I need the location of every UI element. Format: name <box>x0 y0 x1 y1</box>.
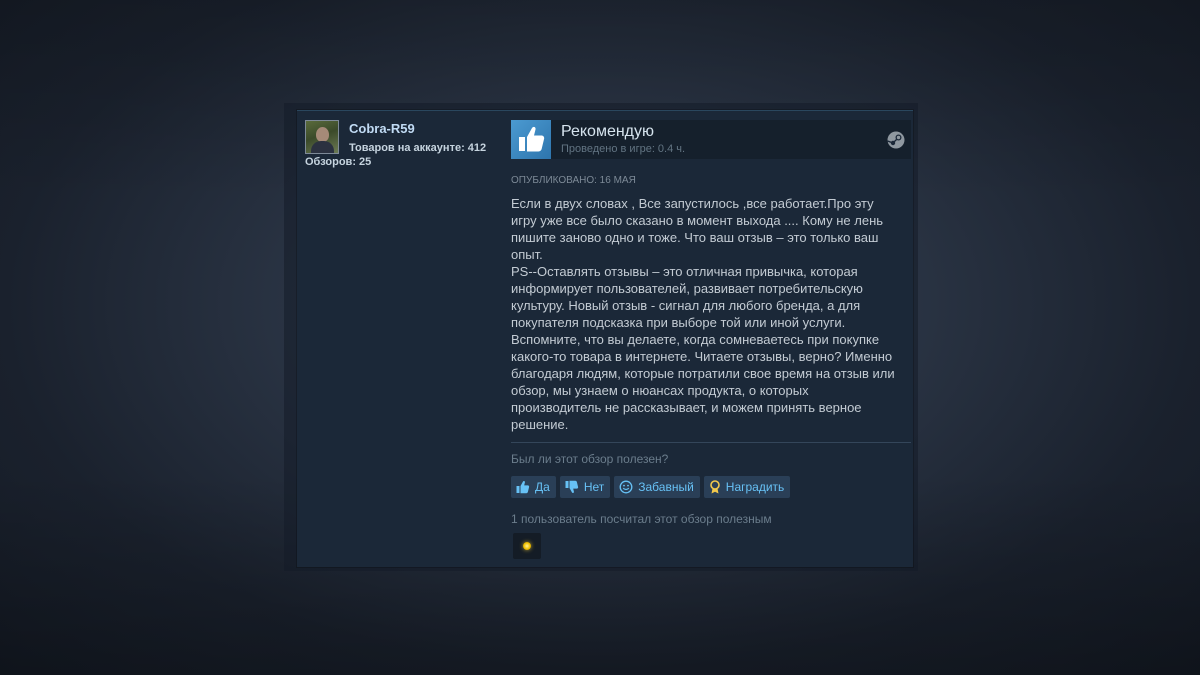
vote-header[interactable]: Рекомендую Проведено в игре: 0.4 ч. <box>511 120 911 159</box>
reviewer-name[interactable]: Cobra-R59 <box>349 121 415 136</box>
vote-yes-button[interactable]: Да <box>511 476 556 498</box>
review-body: Если в двух словах , Все запустилось ,вс… <box>511 196 895 432</box>
rating-buttons: Да Нет Забавный Наградить <box>511 476 791 498</box>
posted-date: Опубликовано: 16 мая <box>511 175 636 186</box>
reviewer-avatar[interactable] <box>305 120 339 154</box>
avatar-face <box>316 127 329 142</box>
thumbs-down-icon <box>565 480 579 494</box>
vote-funny-button[interactable]: Забавный <box>614 476 700 498</box>
thumbs-up-icon <box>516 480 530 494</box>
helpful-question: Был ли этот обзор полезен? <box>511 452 669 466</box>
divider <box>511 442 911 443</box>
award-button[interactable]: Наградить <box>703 476 791 498</box>
vote-yes-label: Да <box>535 480 550 494</box>
vote-no-label: Нет <box>583 480 605 494</box>
award-label: Наградить <box>725 480 785 494</box>
vote-title: Рекомендую <box>561 123 655 140</box>
received-award-badge[interactable] <box>513 533 541 559</box>
hours-played: Проведено в игре: 0.4 ч. <box>561 143 686 155</box>
smile-icon <box>619 480 633 494</box>
thumbs-up-icon <box>511 120 551 159</box>
reviews-count[interactable]: Обзоров: 25 <box>305 156 371 168</box>
avatar-body <box>311 141 334 153</box>
helpful-summary: 1 пользователь посчитал этот обзор полез… <box>511 512 772 526</box>
steam-icon <box>887 131 905 154</box>
award-icon <box>709 480 721 494</box>
vote-no-button[interactable]: Нет <box>559 476 611 498</box>
vote-funny-label: Забавный <box>638 480 694 494</box>
review-card: Cobra-R59 Товаров на аккаунте: 412 Обзор… <box>297 110 913 567</box>
games-owned-count[interactable]: Товаров на аккаунте: 412 <box>349 142 486 154</box>
award-glow-icon <box>523 542 531 550</box>
